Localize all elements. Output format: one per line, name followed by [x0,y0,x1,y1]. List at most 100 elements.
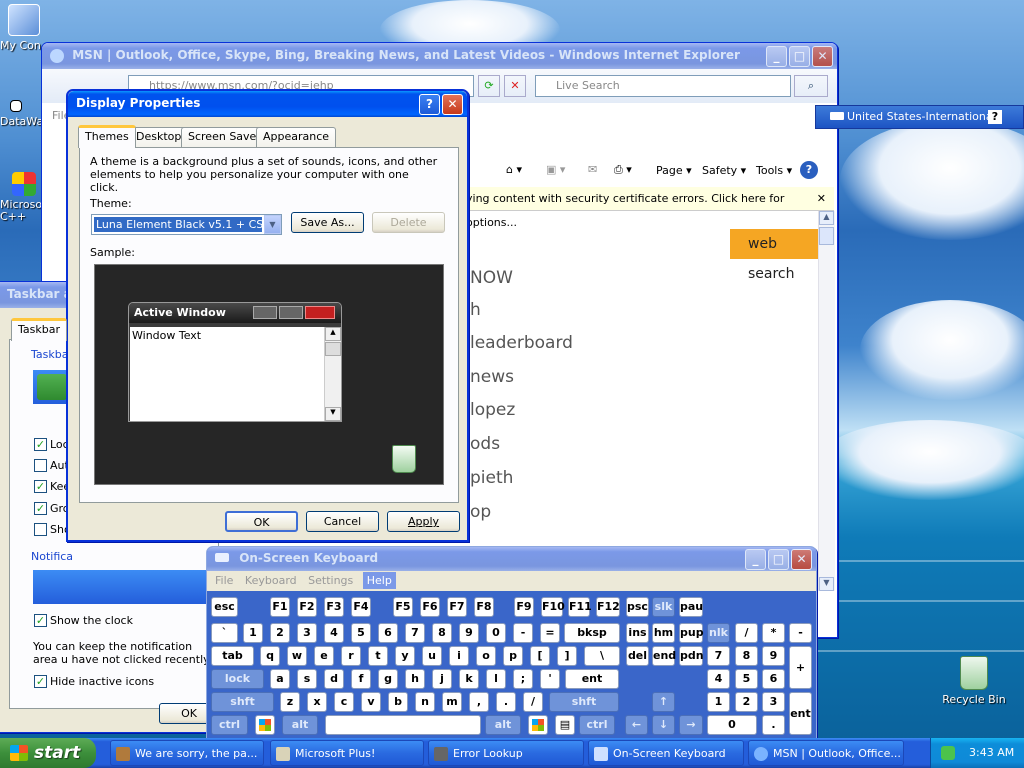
key-r3-12[interactable]: ] [557,646,577,666]
maximize-button[interactable]: □ [789,46,810,67]
taskbar-item[interactable]: We are sorry, the pa... [110,740,264,766]
key-numpad-0[interactable]: 0 [707,715,757,735]
key-r4-9[interactable]: l [486,669,506,689]
key-menu[interactable]: ▤ [555,715,575,735]
key-r1-9[interactable]: F9 [514,597,534,617]
help-button[interactable]: ? [419,94,440,115]
key-r2-16[interactable]: pup [679,623,704,643]
taskbar-item[interactable]: Error Lookup [428,740,584,766]
key-r2-4[interactable]: 4 [324,623,344,643]
ie-list-item[interactable]: NOW [470,268,513,288]
key-r3-1[interactable]: q [260,646,280,666]
key-space[interactable] [325,715,481,735]
key-r4-4[interactable]: f [351,669,371,689]
stop-icon[interactable]: ✕ [504,75,526,97]
key-r1-15[interactable]: pau [679,597,703,617]
key-r2-7[interactable]: 7 [405,623,425,643]
key-r5-6[interactable]: n [415,692,435,712]
key-r2-1[interactable]: 1 [243,623,263,643]
key-r5-14[interactable]: 2 [735,692,758,712]
key-r1-0[interactable]: esc [211,597,238,617]
key-r2-19[interactable]: * [762,623,785,643]
key-ctrl-right[interactable]: ctrl [579,715,615,735]
key-arrow-right[interactable]: → [679,715,703,735]
chevron-down-icon[interactable]: ▼ [264,215,281,234]
key-r5-0[interactable]: shft [211,692,274,712]
safety-menu[interactable]: Safety ▾ [702,164,746,177]
display-props-titlebar[interactable]: Display Properties ? ✕ [68,91,467,117]
ie-list-item[interactable]: pieth [470,468,513,488]
page-menu[interactable]: Page ▾ [656,164,692,177]
key-r3-11[interactable]: [ [530,646,550,666]
close-icon[interactable]: ✕ [817,187,826,211]
desktop-icon-my-computer[interactable]: My Con [0,4,44,52]
key-r4-3[interactable]: d [324,669,344,689]
checkbox-autohide[interactable] [34,459,47,472]
menu-keyboard[interactable]: Keyboard [245,574,297,587]
key-r4-2[interactable]: s [297,669,317,689]
key-r3-19[interactable]: 9 [762,646,785,666]
menu-file[interactable]: File [215,574,233,587]
key-r3-18[interactable]: 8 [735,646,758,666]
key-r4-6[interactable]: h [405,669,425,689]
menu-settings[interactable]: Settings [308,574,353,587]
key-r3-14[interactable]: del [626,646,649,666]
tab-screen-saver[interactable]: Screen Saver [181,127,268,147]
key-r3-2[interactable]: w [287,646,307,666]
desktop-icon-datawa[interactable]: DataWa [0,100,44,128]
close-button[interactable]: ✕ [791,549,812,570]
key-r3-17[interactable]: 7 [707,646,730,666]
help-icon[interactable]: ? [800,161,818,179]
tab-taskbar[interactable]: Taskbar [11,318,67,341]
desktop-icon-microsoft-cpp[interactable]: Microsoft C++ [0,172,50,223]
apply-button[interactable]: Apply [387,511,460,532]
menu-help[interactable]: Help [362,572,396,589]
key-alt-left[interactable]: alt [282,715,318,735]
key-r3-7[interactable]: u [422,646,442,666]
key-r4-7[interactable]: j [432,669,452,689]
key-r5-2[interactable]: x [307,692,327,712]
key-windows-left[interactable] [255,715,275,735]
key-r1-5[interactable]: F5 [393,597,413,617]
key-r2-9[interactable]: 9 [459,623,479,643]
key-r5-8[interactable]: , [469,692,489,712]
key-r1-8[interactable]: F8 [474,597,494,617]
ie-list-item[interactable]: leaderboard [470,333,573,353]
ie-titlebar[interactable]: MSN | Outlook, Office, Skype, Bing, Brea… [42,43,837,69]
key-r2-11[interactable]: - [513,623,533,643]
language-bar[interactable]: United States-International ? [815,105,1024,129]
key-r4-1[interactable]: a [270,669,290,689]
key-r1-12[interactable]: F12 [596,597,620,617]
key-r4-13[interactable]: 4 [707,669,730,689]
key-r1-6[interactable]: F6 [420,597,440,617]
key-r1-13[interactable]: psc [626,597,649,617]
search-icon[interactable]: ⌕ [794,75,828,97]
checkbox-hide-inactive[interactable]: ✓ [34,675,47,688]
key-r3-8[interactable]: i [449,646,469,666]
key-r3-5[interactable]: t [368,646,388,666]
tab-desktop[interactable]: Desktop [129,127,189,147]
key-r5-4[interactable]: v [361,692,381,712]
key-r4-12[interactable]: ent [565,669,619,689]
key-r3-20[interactable]: + [789,646,812,689]
key-r2-12[interactable]: = [540,623,560,643]
osk-titlebar[interactable]: On-Screen Keyboard _ □ ✕ [207,547,816,571]
taskbar-item[interactable]: MSN | Outlook, Office... [748,740,904,766]
key-r5-15[interactable]: 3 [762,692,785,712]
close-button[interactable]: ✕ [442,94,463,115]
key-r3-9[interactable]: o [476,646,496,666]
minimize-button[interactable]: _ [766,46,787,67]
key-r5-13[interactable]: 1 [707,692,730,712]
ie-scrollbar[interactable]: ▲ ▼ [818,211,835,591]
ie-list-item[interactable]: h [470,300,481,320]
ok-button[interactable]: OK [225,511,298,532]
checkbox-lock[interactable]: ✓ [34,438,47,451]
theme-select[interactable]: Luna Element Black v5.1 + CSS ▼ [91,214,282,235]
key-r4-0[interactable]: lock [211,669,264,689]
key-r1-4[interactable]: F4 [351,597,371,617]
ie-list-item[interactable]: op [470,502,491,522]
key-r2-0[interactable]: ` [211,623,238,643]
mail-icon[interactable]: ✉ [588,163,597,176]
key-r5-1[interactable]: z [280,692,300,712]
key-r2-3[interactable]: 3 [297,623,317,643]
